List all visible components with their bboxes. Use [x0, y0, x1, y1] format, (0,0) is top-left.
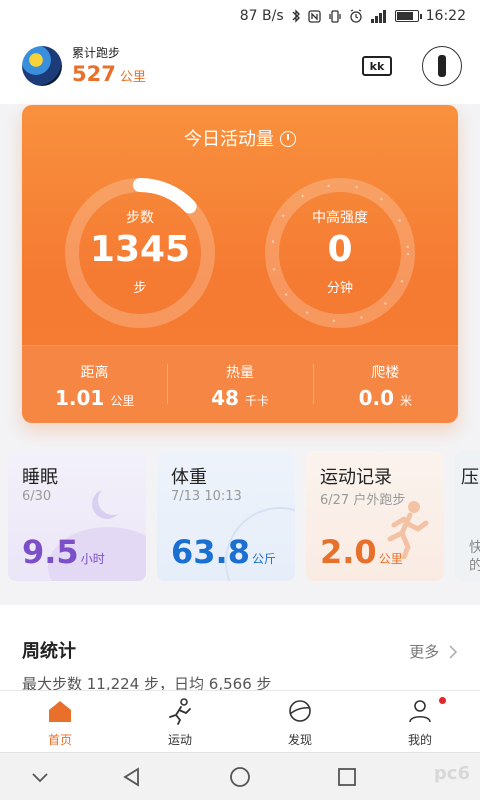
distance-label: 距离 — [80, 365, 109, 381]
activity-title-text: 今日活动量 — [184, 129, 274, 150]
sleep-value: 9.5 — [22, 533, 79, 571]
avatar[interactable] — [22, 46, 62, 86]
band-device-icon[interactable] — [422, 46, 462, 86]
intensity-unit: 分钟 — [326, 281, 353, 296]
record-value: 2.0 — [320, 533, 377, 571]
weekly-title: 周统计 — [22, 641, 76, 662]
home-circle-icon[interactable] — [228, 765, 252, 789]
steps-label: 步数 — [126, 210, 154, 226]
planet-icon — [289, 700, 311, 722]
weight-date: 7/13 10:13 — [171, 489, 242, 504]
nav-discover[interactable]: 发现 — [240, 691, 360, 752]
nav-me[interactable]: 我的 — [360, 691, 480, 752]
total-run-label: 累计跑步 — [72, 46, 121, 60]
header: 累计跑步 527 公里 kk — [0, 32, 480, 104]
home-icon — [49, 701, 71, 722]
total-run-number: 527 — [72, 62, 116, 86]
climb-metric: 爬楼 0.0 米 — [312, 346, 458, 423]
more-label: 更多 — [409, 643, 440, 661]
sleep-unit: 小时 — [80, 552, 105, 566]
activity-card[interactable]: 今日活动量 步数 1345 步 中高强度 0 分钟 距离 1.01 公里 热量 4… — [22, 105, 458, 423]
moon-icon — [98, 485, 128, 515]
signal-icon — [370, 9, 388, 23]
steps-unit: 步 — [133, 281, 147, 296]
calories-metric: 热量 48 千卡 — [167, 346, 312, 423]
climb-label: 爬楼 — [371, 365, 400, 381]
nfc-icon — [307, 9, 321, 23]
distance-value: 1.01 — [54, 386, 105, 410]
calories-value: 48 — [211, 386, 239, 410]
climb-unit: 米 — [400, 394, 413, 408]
stress-title-partial: 压 — [461, 467, 479, 488]
kk-label: kk — [369, 59, 385, 73]
clock-time: 16:22 — [425, 8, 466, 24]
back-triangle-icon[interactable] — [120, 765, 144, 789]
calories-unit: 千卡 — [244, 394, 269, 408]
intensity-value: 0 — [327, 229, 353, 270]
history-clock-icon[interactable] — [280, 131, 296, 147]
activity-metrics: 距离 1.01 公里 热量 48 千卡 爬楼 0.0 米 — [22, 345, 458, 423]
weight-value: 63.8 — [171, 533, 250, 571]
watermark-logo: pc6 — [433, 763, 470, 784]
weekly-more-link[interactable]: 更多 — [409, 641, 458, 662]
nav-exercise[interactable]: 运动 — [120, 691, 240, 752]
status-bar: 87 B/s 16:22 — [0, 0, 480, 32]
stress-card-partial[interactable]: 压 快 的 — [455, 451, 480, 581]
steps-value: 1345 — [89, 229, 191, 270]
vibrate-icon — [328, 9, 342, 23]
nav-discover-label: 发现 — [287, 733, 312, 747]
network-speed: 87 B/s — [239, 8, 284, 24]
stress-sub-partial: 快 — [469, 540, 480, 556]
total-run-unit: 公里 — [119, 70, 146, 85]
nav-home-label: 首页 — [47, 733, 72, 747]
steps-ring[interactable]: 步数 1345 步 — [62, 175, 218, 331]
intensity-ring[interactable]: 中高强度 0 分钟 — [262, 175, 418, 331]
climb-value: 0.0 — [358, 386, 395, 410]
bluetooth-icon — [291, 9, 301, 23]
record-date: 6/27 户外跑步 — [320, 493, 406, 508]
record-title: 运动记录 — [320, 467, 392, 488]
activity-title: 今日活动量 — [22, 125, 458, 151]
kk-icon[interactable]: kk — [362, 56, 392, 76]
alarm-icon — [349, 9, 363, 23]
chevron-right-icon — [449, 645, 458, 659]
intensity-label: 中高强度 — [312, 210, 368, 226]
nav-exercise-label: 运动 — [167, 733, 192, 747]
recents-square-icon[interactable] — [335, 765, 359, 789]
distance-unit: 公里 — [110, 394, 135, 408]
sleep-card[interactable]: 睡眠 6/30 9.5 小时 — [8, 451, 146, 581]
calories-label: 热量 — [225, 365, 254, 381]
exercise-record-card[interactable]: 运动记录 6/27 户外跑步 2.0 公里 — [306, 451, 444, 581]
sleep-date: 6/30 — [22, 489, 52, 504]
weight-title: 体重 — [171, 467, 207, 488]
record-unit: 公里 — [378, 552, 403, 566]
sleep-title: 睡眠 — [22, 467, 58, 488]
system-navigation-bar: pc6 — [0, 752, 480, 800]
total-run-value[interactable]: 527 公里 — [72, 62, 146, 86]
running-icon — [169, 698, 191, 725]
nav-home[interactable]: 首页 — [0, 691, 120, 752]
weight-unit: 公斤 — [251, 552, 276, 566]
notification-dot — [439, 697, 446, 704]
person-icon — [409, 700, 431, 723]
nav-me-label: 我的 — [407, 733, 432, 747]
collapse-chevron-icon[interactable] — [28, 765, 52, 789]
stress-sub2-partial: 的 — [469, 558, 480, 574]
distance-metric: 距离 1.01 公里 — [22, 346, 167, 423]
weekly-stats-section[interactable]: 周统计 更多 最大步数 11,224 步，日均 6,566 步 — [0, 605, 480, 695]
battery-icon — [394, 10, 422, 22]
bottom-navigation: 首页 运动 发现 我的 — [0, 690, 480, 752]
weight-card[interactable]: 体重 7/13 10:13 63.8 公斤 — [157, 451, 295, 581]
